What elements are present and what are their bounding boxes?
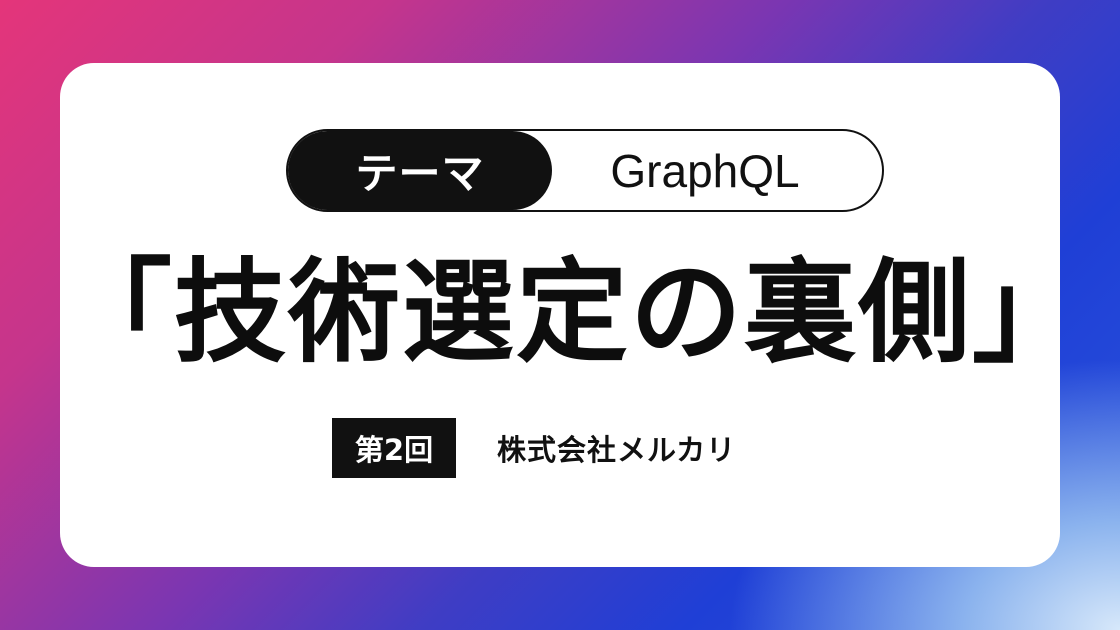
main-title: 「技術選定の裏側」 [60, 248, 1086, 378]
theme-value: GraphQL [610, 144, 800, 197]
episode-badge: 第2回 [332, 418, 456, 478]
company-name: 株式会社メルカリ [497, 433, 737, 467]
theme-pill: テーマ GraphQL [286, 129, 884, 212]
theme-label: テーマ [288, 131, 552, 210]
